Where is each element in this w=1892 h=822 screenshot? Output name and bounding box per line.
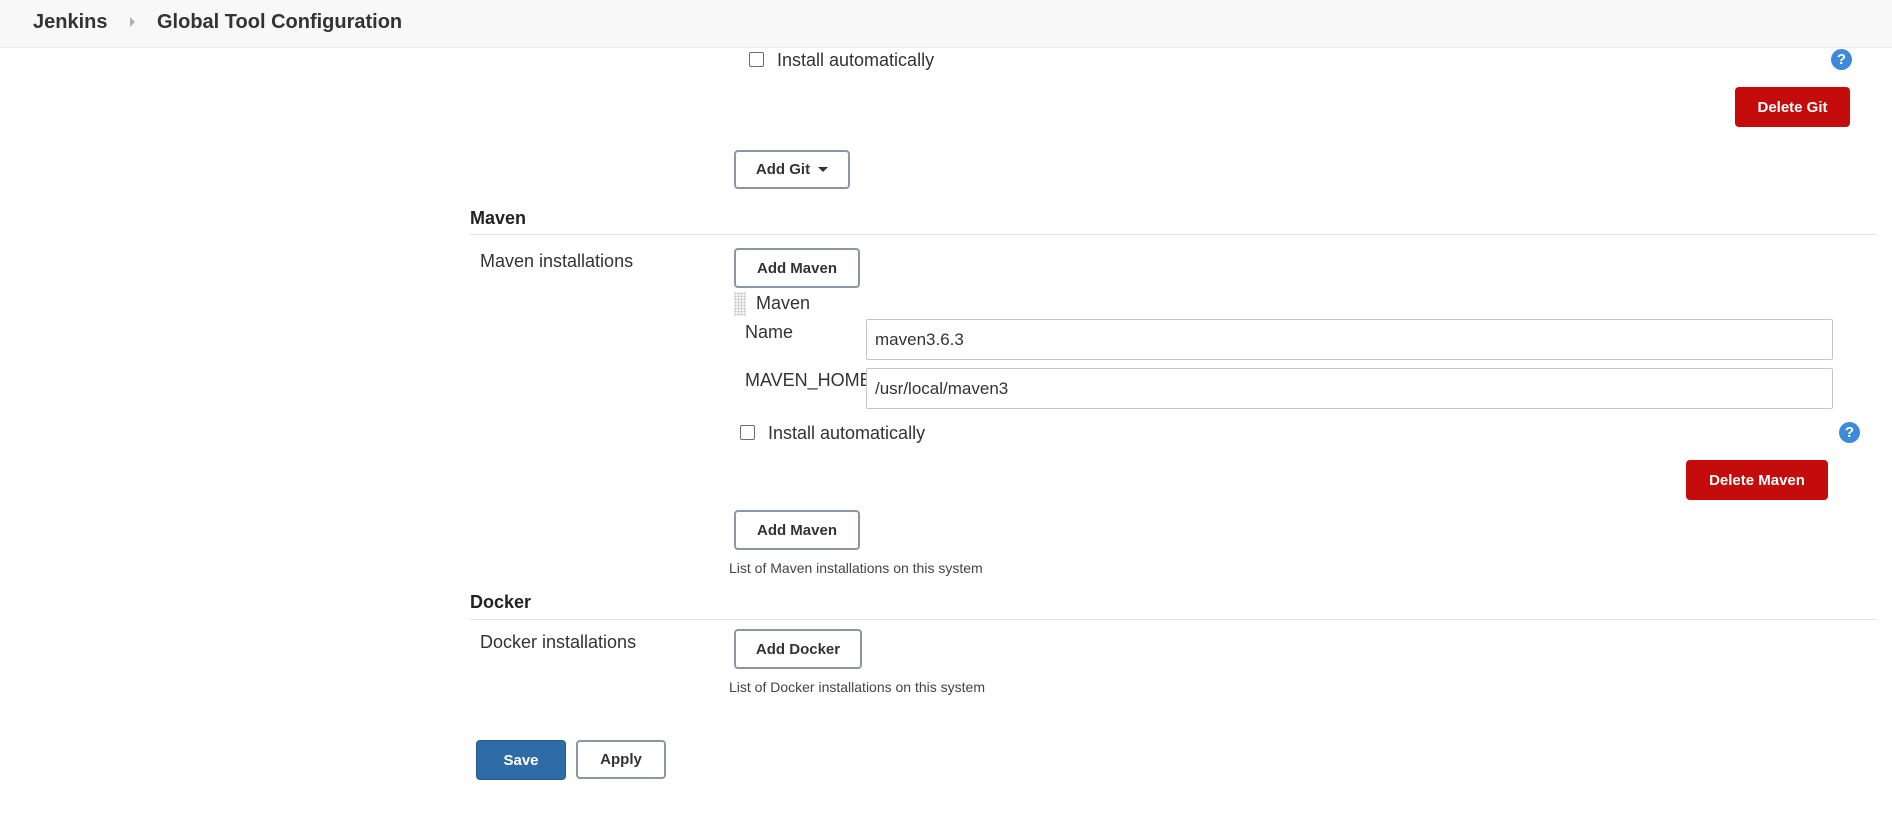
drag-handle-icon[interactable]: [734, 292, 746, 316]
delete-maven-button[interactable]: Delete Maven: [1686, 460, 1828, 500]
maven-help-text: List of Maven installations on this syst…: [729, 560, 983, 576]
docker-help-text: List of Docker installations on this sys…: [729, 679, 985, 695]
delete-git-button[interactable]: Delete Git: [1735, 87, 1850, 127]
apply-button[interactable]: Apply: [576, 740, 666, 779]
breadcrumb-current-page[interactable]: Global Tool Configuration: [157, 11, 402, 34]
breadcrumb-jenkins-link[interactable]: Jenkins: [33, 11, 107, 34]
breadcrumb-chevron-icon: [130, 17, 135, 27]
breadcrumb: Jenkins Global Tool Configuration: [0, 0, 1892, 48]
docker-installations-label: Docker installations: [480, 632, 637, 652]
maven-name-label: Name: [745, 322, 794, 342]
docker-section-title: Docker: [470, 592, 532, 612]
maven-section-divider: [470, 234, 1876, 235]
maven-home-input[interactable]: [866, 368, 1833, 409]
maven-item-title: Maven: [756, 293, 811, 313]
add-git-button[interactable]: Add Git: [734, 150, 850, 189]
git-install-automatically-checkbox[interactable]: [749, 52, 764, 67]
add-maven-button-top[interactable]: Add Maven: [734, 248, 860, 288]
git-help-icon[interactable]: ?: [1831, 49, 1852, 70]
maven-install-automatically-label: Install automatically: [768, 423, 926, 443]
add-docker-button[interactable]: Add Docker: [734, 629, 862, 669]
maven-install-automatically-checkbox[interactable]: [740, 425, 755, 440]
maven-name-input[interactable]: [866, 319, 1833, 360]
add-git-label: Add Git: [755, 161, 811, 178]
maven-installations-label: Maven installations: [480, 251, 634, 271]
add-maven-button-bottom[interactable]: Add Maven: [734, 510, 860, 550]
maven-section-title: Maven: [470, 208, 527, 228]
save-button[interactable]: Save: [476, 740, 566, 780]
maven-home-label: MAVEN_HOME: [745, 370, 872, 390]
maven-help-icon[interactable]: ?: [1839, 422, 1860, 443]
caret-down-icon: [818, 167, 829, 172]
git-install-automatically-label: Install automatically: [777, 50, 935, 70]
docker-section-divider: [470, 619, 1876, 620]
